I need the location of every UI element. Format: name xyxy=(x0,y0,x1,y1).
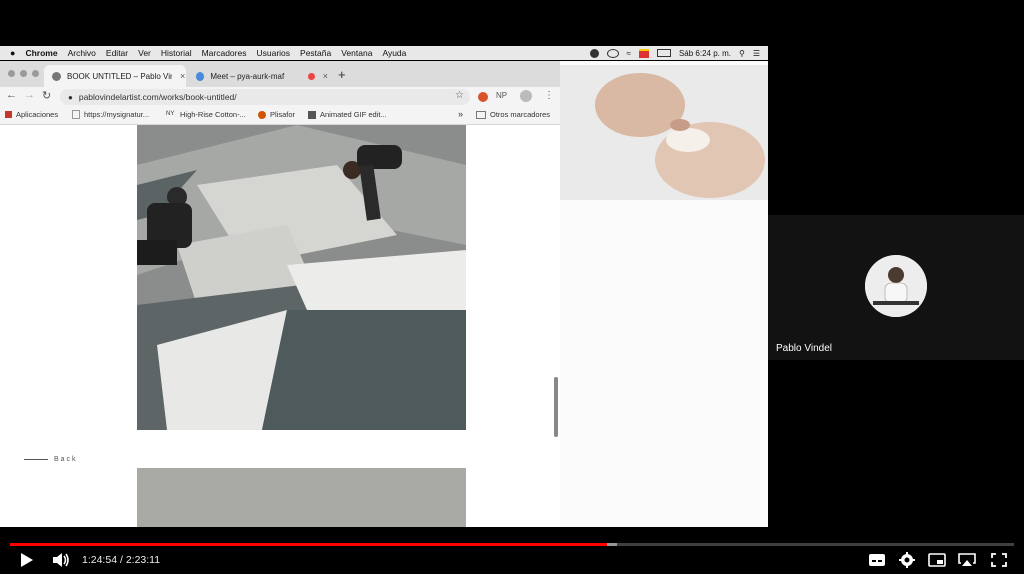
avatar-photo xyxy=(865,255,927,317)
bookmark-gif-editor[interactable]: Animated GIF edit... xyxy=(308,110,387,119)
browser-tab-bar: BOOK UNTITLED – Pablo Vindel × Meet – py… xyxy=(0,61,560,87)
menu-marcadores[interactable]: Marcadores xyxy=(202,48,247,58)
close-tab-button[interactable]: × xyxy=(323,71,328,81)
participant-avatar xyxy=(865,255,927,317)
time-display: 1:24:54 / 2:23:11 xyxy=(82,554,160,566)
artwork-photo-graphic xyxy=(137,125,466,430)
bookmark-label: Plisafor xyxy=(270,110,296,119)
artwork-photo-2[interactable] xyxy=(137,468,466,527)
back-link-label: Back xyxy=(54,456,78,463)
plisafor-icon xyxy=(258,110,266,119)
new-tab-button[interactable]: + xyxy=(338,67,346,82)
participant-tile[interactable]: Pablo Vindel xyxy=(768,215,1024,360)
chrome-menu-icon[interactable]: ⋮ xyxy=(544,90,554,101)
miniplayer-button[interactable] xyxy=(926,550,948,570)
status-icon[interactable] xyxy=(589,48,599,58)
menu-ver[interactable]: Ver xyxy=(138,48,151,58)
menu-usuarios[interactable]: Usuarios xyxy=(256,48,290,58)
fullscreen-button[interactable] xyxy=(988,550,1010,570)
bookmarks-overflow-button[interactable]: » xyxy=(458,109,463,119)
menu-editar[interactable]: Editar xyxy=(106,48,128,58)
current-time: 1:24:54 xyxy=(82,554,118,566)
subtitles-icon xyxy=(869,554,885,566)
menu-extras: ≈ Sáb 6:24 p. m. ⚲ ☰ xyxy=(589,46,760,60)
fullscreen-icon xyxy=(991,553,1007,567)
list-icon[interactable]: ☰ xyxy=(753,49,760,58)
bookmark-high-rise[interactable]: NY High-Rise Cotton-... xyxy=(166,110,246,119)
page-icon xyxy=(72,110,80,119)
play-icon xyxy=(21,553,33,567)
back-arrow-icon[interactable]: ← xyxy=(6,89,17,101)
subtitles-button[interactable] xyxy=(866,550,888,570)
window-close-button[interactable] xyxy=(8,70,15,77)
profile-initials[interactable]: NP xyxy=(496,91,507,100)
tab-book-untitled[interactable]: BOOK UNTITLED – Pablo Vindel × xyxy=(44,65,186,87)
close-tab-button[interactable]: × xyxy=(180,71,185,81)
bookmark-label: High-Rise Cotton-... xyxy=(180,110,246,119)
eye-icon[interactable] xyxy=(606,48,619,58)
bookmark-plisafor[interactable]: Plisafor xyxy=(258,110,295,119)
miniplayer-icon xyxy=(928,553,946,567)
page-scrollbar[interactable] xyxy=(554,377,558,437)
window-minimize-button[interactable] xyxy=(20,70,27,77)
bookmark-mysignature[interactable]: https://mysignatur... xyxy=(72,110,149,119)
browser-toolbar: ← → ↻ ● pablovindelartist.com/works/book… xyxy=(0,87,560,107)
menu-ventana[interactable]: Ventana xyxy=(341,48,372,58)
tab-label: Meet – pya-aurk-maf xyxy=(210,71,285,81)
menubar-clock[interactable]: Sáb 6:24 p. m. xyxy=(679,49,731,58)
search-icon[interactable]: ⚲ xyxy=(739,49,745,58)
menu-archivo[interactable]: Archivo xyxy=(68,48,96,58)
window-zoom-button[interactable] xyxy=(32,70,39,77)
back-link[interactable]: Back xyxy=(24,456,78,463)
web-page: Back xyxy=(0,125,560,527)
bookmark-label: https://mysignatur... xyxy=(84,110,150,119)
tab-meet[interactable]: Meet – pya-aurk-maf × xyxy=(188,65,328,87)
url-text: pablovindelartist.com/works/book-untitle… xyxy=(78,92,237,102)
apple-icon[interactable]: ● xyxy=(10,48,15,58)
meet-icon xyxy=(196,71,205,81)
extension-icon[interactable] xyxy=(478,92,488,102)
tab-label: BOOK UNTITLED – Pablo Vindel xyxy=(67,71,172,81)
long-arrow-left-icon xyxy=(24,459,48,460)
gif-icon xyxy=(308,110,316,119)
nyt-icon: NY xyxy=(166,110,175,117)
presenter-video[interactable] xyxy=(560,65,768,200)
bookmark-label: Animated GIF edit... xyxy=(320,110,387,119)
globe-icon xyxy=(52,71,61,81)
bookmark-label: Aplicaciones xyxy=(16,110,59,119)
gear-icon xyxy=(899,552,915,568)
airplay-icon xyxy=(958,553,976,566)
bookmark-apps[interactable]: Aplicaciones xyxy=(5,110,58,119)
bookmark-label: Otros marcadores xyxy=(490,110,551,119)
bookmark-other[interactable]: Otros marcadores xyxy=(476,110,550,119)
folder-icon xyxy=(476,110,486,119)
volume-icon xyxy=(53,553,69,567)
menu-pestana[interactable]: Pestaña xyxy=(300,48,331,58)
player-controls: 1:24:54 / 2:23:11 xyxy=(0,546,1024,574)
wifi-icon[interactable]: ≈ xyxy=(627,49,631,58)
url-bar[interactable]: ● pablovindelartist.com/works/book-untit… xyxy=(60,89,470,105)
flag-icon[interactable] xyxy=(638,48,649,58)
menu-ayuda[interactable]: Ayuda xyxy=(382,48,406,58)
play-button[interactable] xyxy=(16,550,38,570)
bookmarks-bar: Aplicaciones https://mysignatur... NY Hi… xyxy=(0,107,560,125)
apps-grid-icon xyxy=(5,111,12,118)
hands-video-graphic xyxy=(560,65,768,200)
menu-historial[interactable]: Historial xyxy=(161,48,192,58)
participant-name: Pablo Vindel xyxy=(776,343,832,354)
forward-arrow-icon[interactable]: → xyxy=(24,89,35,101)
volume-button[interactable] xyxy=(50,550,72,570)
artwork-photo[interactable] xyxy=(137,125,466,430)
avatar-icon[interactable] xyxy=(520,90,532,102)
bookmark-star-icon[interactable]: ☆ xyxy=(455,90,464,101)
recording-icon xyxy=(308,72,315,80)
mac-menu-bar: ● Chrome Archivo Editar Ver Historial Ma… xyxy=(0,46,768,60)
settings-button[interactable] xyxy=(896,550,918,570)
battery-icon[interactable] xyxy=(656,49,671,57)
cast-button[interactable] xyxy=(956,550,978,570)
menu-chrome[interactable]: Chrome xyxy=(25,48,57,58)
reload-icon[interactable]: ↻ xyxy=(42,89,51,102)
duration: 2:23:11 xyxy=(125,554,161,566)
lock-icon: ● xyxy=(68,92,73,102)
